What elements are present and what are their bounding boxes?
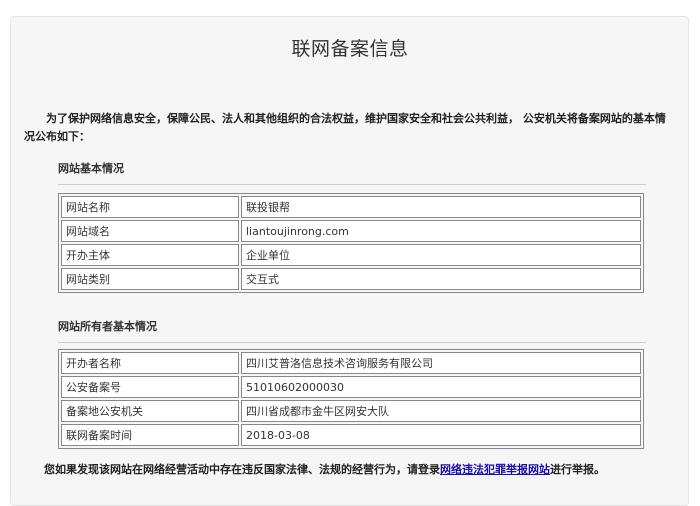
site-domain-value: liantoujinrong.com (241, 220, 641, 242)
table-row: 网站类别 交互式 (61, 268, 641, 290)
table-row: 备案地公安机关 四川省成都市金牛区网安大队 (61, 400, 641, 422)
police-office-value: 四川省成都市金牛区网安大队 (241, 400, 641, 422)
table-row: 公安备案号 51010602000030 (61, 376, 641, 398)
owner-info-title: 网站所有者基本情况 (58, 320, 157, 333)
report-site-link[interactable]: 网络违法犯罪举报网站 (440, 463, 550, 476)
report-notice-prefix: 您如果发现该网站在网络经营活动中存在违反国家法律、法规的经营行为，请登录 (44, 463, 440, 476)
host-entity-value: 企业单位 (241, 244, 641, 266)
site-info-title: 网站基本情况 (58, 162, 124, 175)
record-number-label: 公安备案号 (61, 376, 239, 398)
record-date-label: 联网备案时间 (61, 424, 239, 446)
table-row: 开办主体 企业单位 (61, 244, 641, 266)
site-type-value: 交互式 (241, 268, 641, 290)
operator-name-label: 开办者名称 (61, 352, 239, 374)
site-name-value: 联投银帮 (241, 196, 641, 218)
divider (58, 342, 646, 343)
table-row: 联网备案时间 2018-03-08 (61, 424, 641, 446)
operator-name-value: 四川艾普洛信息技术咨询服务有限公司 (241, 352, 641, 374)
page-title: 联网备案信息 (291, 38, 409, 60)
report-notice-suffix: 进行举报。 (550, 463, 605, 476)
host-entity-label: 开办主体 (61, 244, 239, 266)
site-info-table: 网站名称 联投银帮 网站域名 liantoujinrong.com 开办主体 企… (58, 193, 644, 293)
record-number-value: 51010602000030 (241, 376, 641, 398)
table-row: 开办者名称 四川艾普洛信息技术咨询服务有限公司 (61, 352, 641, 374)
intro-text: 为了保护网络信息安全，保障公民、法人和其他组织的合法权益，维护国家安全和社会公共… (24, 112, 666, 143)
table-row: 网站域名 liantoujinrong.com (61, 220, 641, 242)
table-row: 网站名称 联投银帮 (61, 196, 641, 218)
record-date-value: 2018-03-08 (241, 424, 641, 446)
divider (58, 184, 646, 185)
site-type-label: 网站类别 (61, 268, 239, 290)
report-notice: 您如果发现该网站在网络经营活动中存在违反国家法律、法规的经营行为，请登录网络违法… (44, 461, 605, 477)
site-name-label: 网站名称 (61, 196, 239, 218)
site-domain-label: 网站域名 (61, 220, 239, 242)
owner-info-table: 开办者名称 四川艾普洛信息技术咨询服务有限公司 公安备案号 5101060200… (58, 349, 644, 449)
police-office-label: 备案地公安机关 (61, 400, 239, 422)
